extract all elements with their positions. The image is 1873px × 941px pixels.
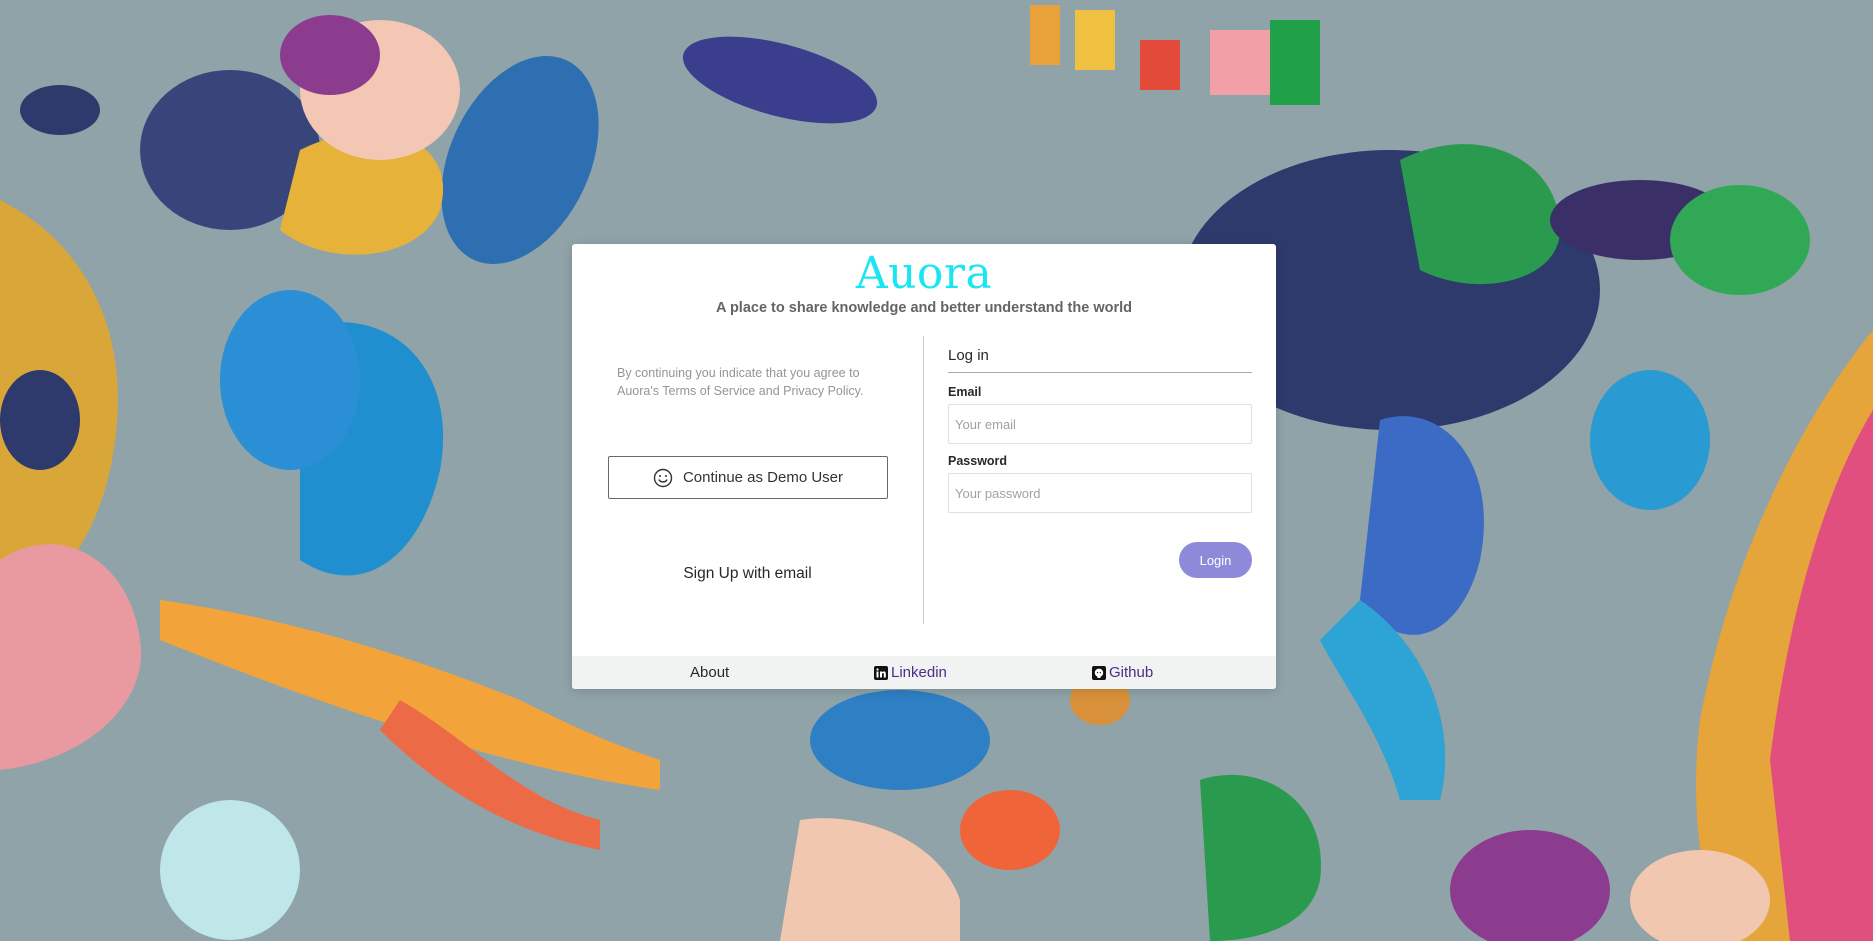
card-footer: About Linkedin Github bbox=[572, 656, 1276, 689]
signup-panel: By continuing you indicate that you agre… bbox=[572, 336, 923, 626]
column-divider bbox=[923, 336, 924, 624]
password-field[interactable] bbox=[948, 473, 1252, 513]
email-label: Email bbox=[948, 385, 982, 399]
login-heading: Log in bbox=[948, 336, 1252, 373]
login-button[interactable]: Login bbox=[1179, 542, 1252, 578]
app-tagline: A place to share knowledge and better un… bbox=[715, 300, 1132, 316]
about-link-label: About bbox=[690, 664, 730, 681]
email-field[interactable] bbox=[948, 404, 1252, 444]
auth-columns: By continuing you indicate that you agre… bbox=[572, 336, 1276, 626]
demo-user-button-label: Continue as Demo User bbox=[682, 469, 844, 486]
terms-notice: By continuing you indicate that you agre… bbox=[617, 366, 864, 398]
linkedin-icon bbox=[874, 665, 888, 680]
github-link-label: Github bbox=[1109, 664, 1154, 681]
password-label: Password bbox=[948, 454, 1008, 468]
demo-user-button[interactable]: Continue as Demo User bbox=[608, 456, 888, 499]
github-link[interactable]: Github bbox=[1092, 664, 1153, 681]
login-card: Auora A place to share knowledge and bet… bbox=[572, 244, 1276, 689]
github-icon bbox=[1092, 665, 1106, 680]
linkedin-link-label: Linkedin bbox=[891, 664, 947, 681]
linkedin-link[interactable]: Linkedin bbox=[874, 664, 947, 681]
signup-email-link[interactable]: Sign Up with email bbox=[572, 565, 923, 583]
about-link[interactable]: About bbox=[690, 664, 729, 681]
smile-icon bbox=[653, 468, 673, 487]
app-logo-title[interactable]: Auora bbox=[572, 250, 1276, 298]
brand-header: Auora A place to share knowledge and bet… bbox=[572, 244, 1276, 317]
login-form: Log in Email Password Login bbox=[948, 336, 1252, 626]
